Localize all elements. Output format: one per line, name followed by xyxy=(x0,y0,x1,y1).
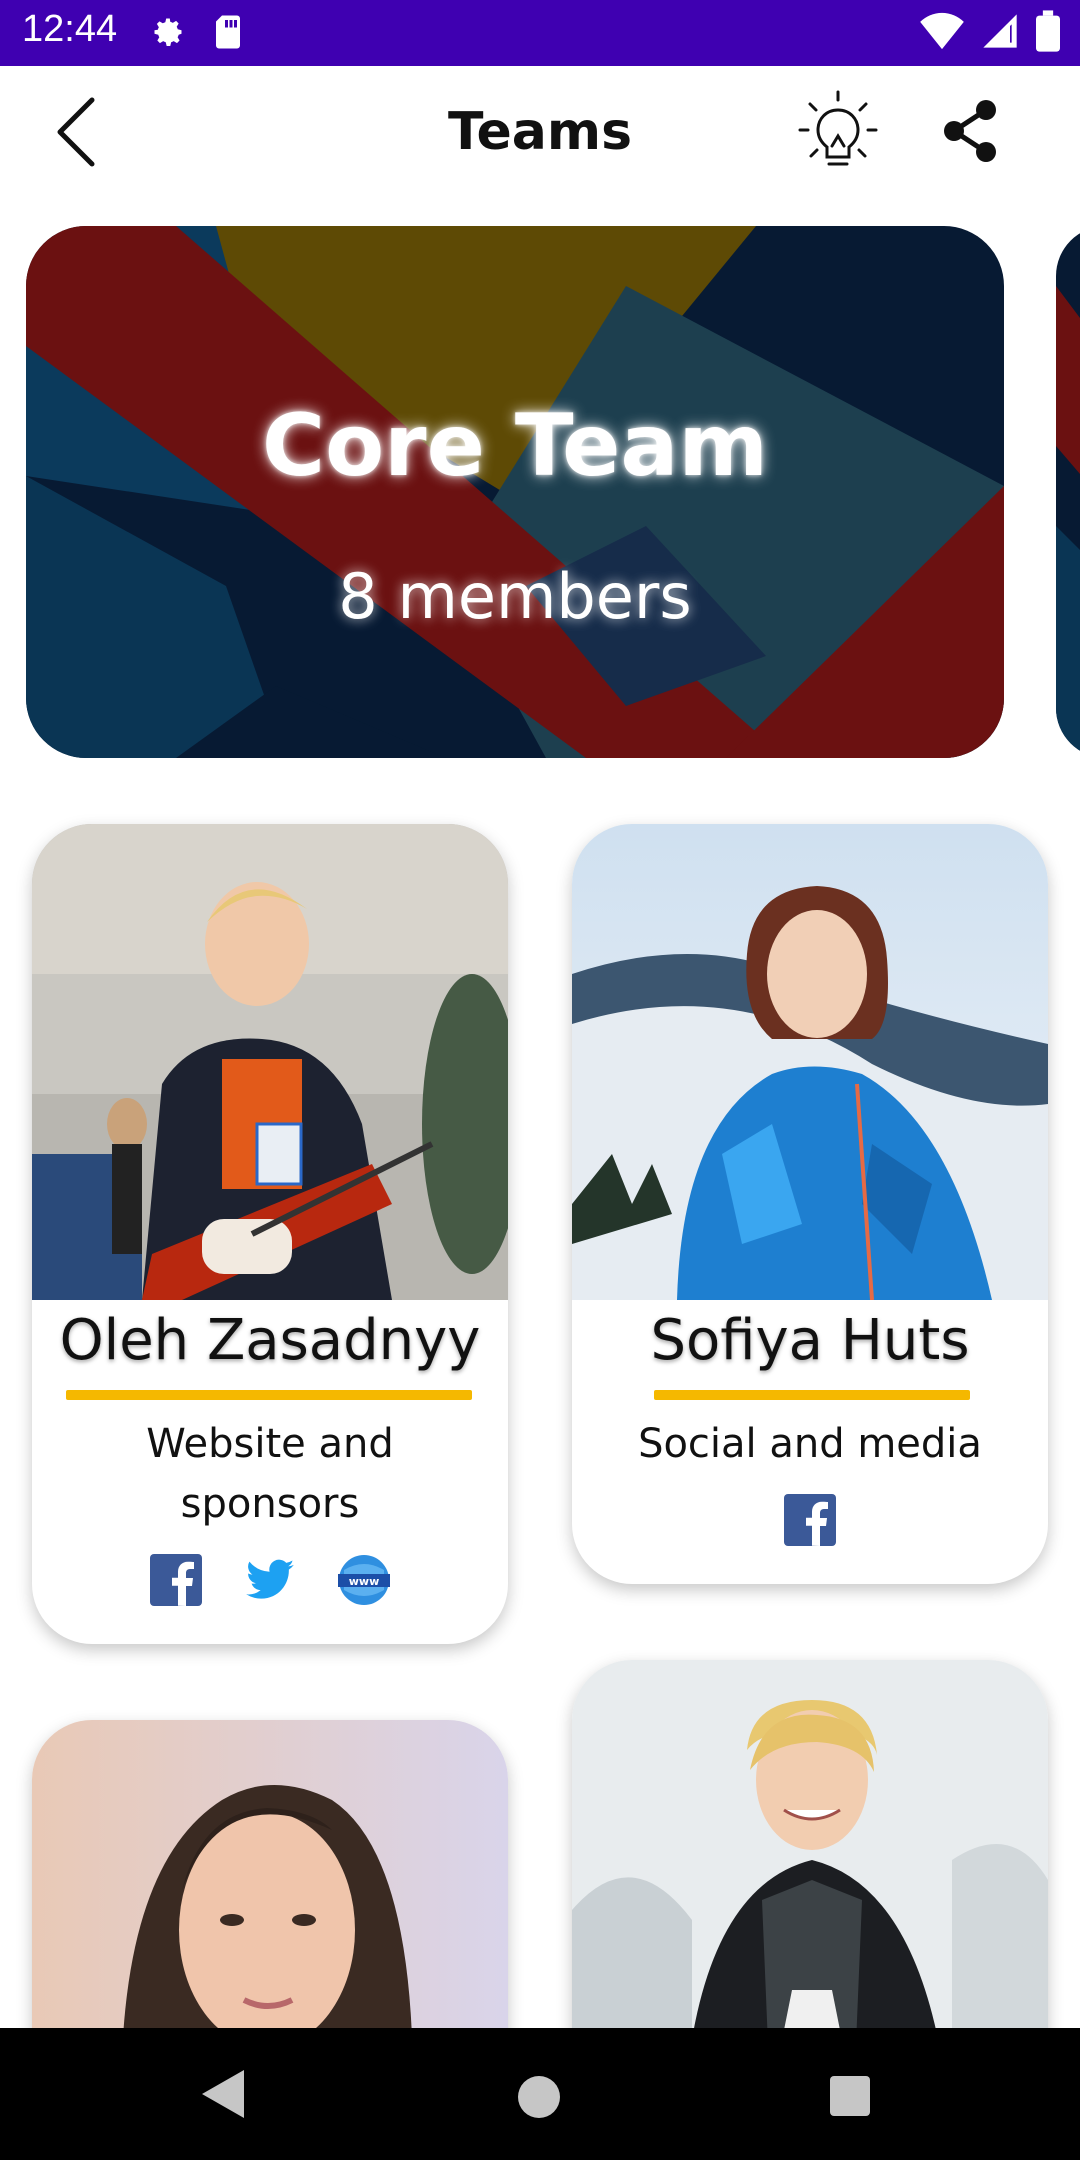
member-role: Website and sponsors xyxy=(146,1421,394,1527)
status-bar: 12:44 xyxy=(0,0,1080,66)
page-title: Teams xyxy=(447,102,633,162)
next-team-banner-peek[interactable] xyxy=(1056,226,1080,758)
share-icon[interactable] xyxy=(940,98,1000,164)
nav-home-icon[interactable] xyxy=(518,2076,560,2118)
team-banner[interactable]: Core Team 8 members xyxy=(26,226,1004,758)
name-underline xyxy=(654,1390,970,1400)
member-role: Social and media xyxy=(638,1421,982,1467)
facebook-icon[interactable] xyxy=(784,1494,836,1546)
website-icon[interactable]: www xyxy=(338,1554,390,1606)
twitter-icon[interactable] xyxy=(244,1554,296,1606)
member-card[interactable]: Oleh Zasadnyy Website and sponsors www xyxy=(32,824,508,1644)
signal-icon xyxy=(980,11,1020,55)
wifi-icon xyxy=(920,11,964,55)
facebook-icon[interactable] xyxy=(150,1554,202,1606)
member-photo xyxy=(32,824,508,1300)
app-bar: Teams xyxy=(0,66,1080,206)
social-links: www xyxy=(32,1554,508,1606)
team-members-count: 8 members xyxy=(338,560,692,633)
lightbulb-icon[interactable] xyxy=(796,88,880,176)
status-time: 12:44 xyxy=(22,8,118,50)
gear-icon xyxy=(150,14,186,54)
member-photo xyxy=(572,824,1048,1300)
social-links xyxy=(572,1494,1048,1546)
team-name: Core Team xyxy=(261,396,769,496)
member-card[interactable]: Sofiya Huts Social and media xyxy=(572,824,1048,1584)
nav-back-icon[interactable] xyxy=(200,2068,246,2124)
system-nav-bar xyxy=(0,2028,1080,2160)
battery-icon xyxy=(1036,10,1060,56)
member-name: Oleh Zasadnyy xyxy=(59,1308,481,1373)
nav-recents-icon[interactable] xyxy=(830,2076,870,2116)
name-underline xyxy=(66,1390,472,1400)
sd-card-icon xyxy=(212,14,244,54)
svg-text:www: www xyxy=(349,1575,380,1588)
member-name: Sofiya Huts xyxy=(650,1308,970,1373)
